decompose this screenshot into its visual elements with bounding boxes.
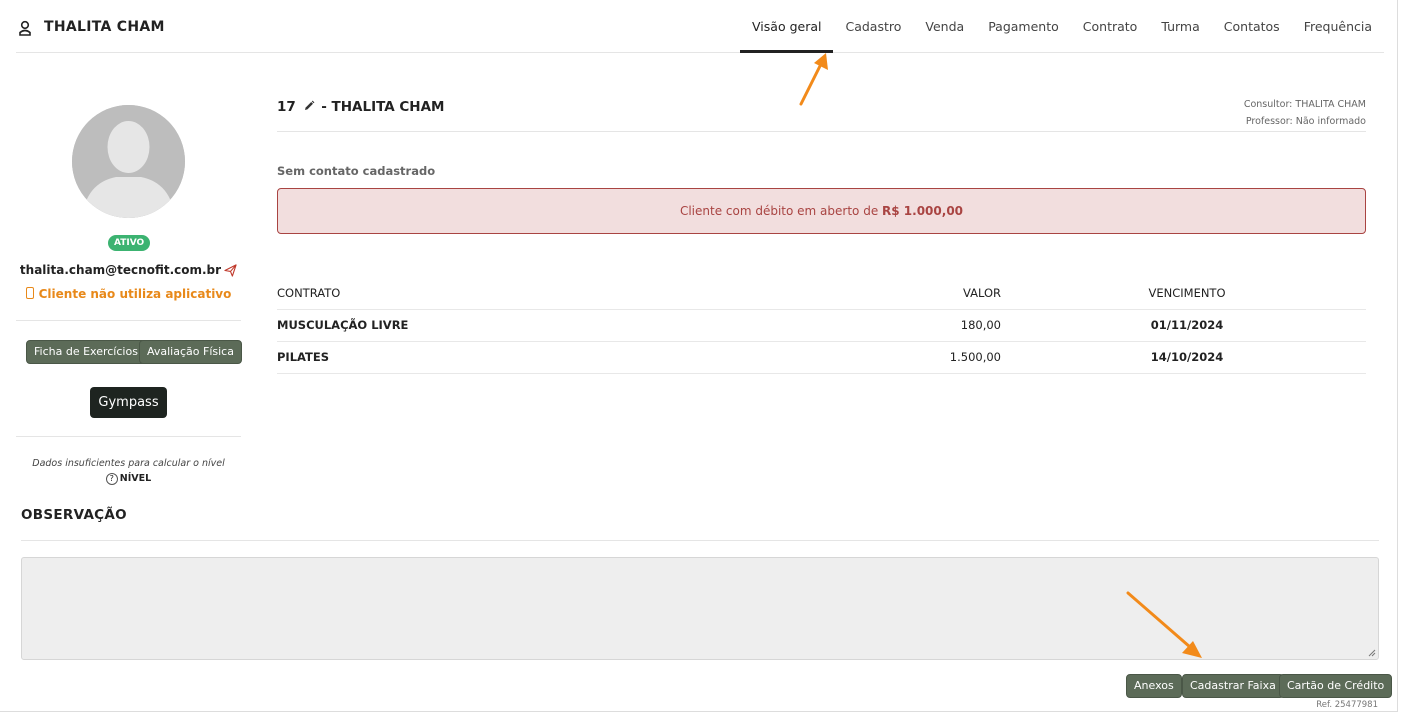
- email-text: thalita.cham@tecnofit.com.br: [19, 263, 222, 277]
- client-title: 17 - THALITA CHAM: [277, 99, 444, 115]
- divider: [21, 540, 1379, 541]
- physical-evaluation-button[interactable]: Avaliação Física: [139, 340, 242, 364]
- debt-alert: Cliente com débito em aberto de R$ 1.000…: [277, 188, 1366, 234]
- exercise-sheet-button[interactable]: Ficha de Exercícios: [26, 340, 146, 364]
- teacher-label: Professor: Não informado: [1245, 116, 1366, 127]
- consultant-label: Consultor: THALITA CHAM: [1243, 99, 1366, 110]
- contract-name: MUSCULAÇÃO LIVRE: [277, 318, 409, 332]
- tab-frequencia[interactable]: Frequência: [1292, 0, 1384, 53]
- resize-grip-icon[interactable]: [1368, 649, 1376, 657]
- client-id: 17: [277, 99, 296, 115]
- tab-pagamento[interactable]: Pagamento: [976, 0, 1071, 53]
- avatar: [72, 105, 185, 218]
- client-title-name: - THALITA CHAM: [321, 99, 445, 115]
- divider: [16, 320, 241, 321]
- contract-value: 180,00: [960, 318, 1001, 332]
- level-row: ? NÍVEL: [16, 473, 241, 485]
- user-icon: [19, 20, 31, 36]
- tab-contatos[interactable]: Contatos: [1212, 0, 1292, 53]
- column-header-value: VALOR: [962, 286, 1001, 300]
- client-name: THALITA CHAM: [44, 19, 165, 35]
- pencil-icon[interactable]: [303, 100, 315, 112]
- register-band-button[interactable]: Cadastrar Faixa: [1182, 674, 1284, 698]
- contract-due-date: 01/11/2024: [1150, 318, 1224, 332]
- send-email-icon[interactable]: [224, 264, 237, 277]
- attachments-button[interactable]: Anexos: [1126, 674, 1182, 698]
- tab-venda[interactable]: Venda: [913, 0, 976, 53]
- no-contact-label: Sem contato cadastrado: [277, 164, 436, 178]
- phone-icon: [25, 287, 34, 299]
- tab-turma[interactable]: Turma: [1149, 0, 1211, 53]
- table-row[interactable]: PILATES 1.500,00 14/10/2024: [277, 342, 1366, 374]
- app-status: Cliente não utiliza aplicativo: [16, 287, 241, 301]
- app-status-text: Cliente não utiliza aplicativo: [38, 287, 232, 301]
- contracts-table: CONTRATO VALOR VENCIMENTO MUSCULAÇÃO LIV…: [277, 278, 1366, 374]
- column-header-due-date: VENCIMENTO: [1148, 286, 1226, 300]
- gympass-button[interactable]: Gympass: [90, 387, 167, 418]
- observation-title: OBSERVAÇÃO: [21, 507, 127, 523]
- debt-amount: R$ 1.000,00: [882, 204, 964, 218]
- tab-visao-geral[interactable]: Visão geral: [740, 0, 834, 53]
- divider: [277, 131, 1366, 132]
- column-header-contract: CONTRATO: [277, 286, 341, 300]
- level-label: NÍVEL: [119, 473, 152, 484]
- table-header: CONTRATO VALOR VENCIMENTO: [277, 278, 1366, 310]
- level-note: Dados insuficientes para calcular o níve…: [32, 458, 225, 469]
- contract-due-date: 14/10/2024: [1150, 350, 1224, 364]
- avatar-placeholder-icon: [72, 105, 185, 218]
- credit-card-button[interactable]: Cartão de Crédito: [1279, 674, 1393, 698]
- divider: [16, 436, 241, 437]
- page-frame: THALITA CHAM Visão geral Cadastro Venda …: [0, 0, 1398, 712]
- reference-number: Ref. 25477981: [1316, 700, 1378, 710]
- client-header: THALITA CHAM Visão geral Cadastro Venda …: [16, 0, 1384, 53]
- staff-info: Consultor: THALITA CHAM Professor: Não i…: [1244, 96, 1366, 130]
- tab-contrato[interactable]: Contrato: [1071, 0, 1150, 53]
- status-badge: ATIVO: [108, 235, 151, 251]
- contract-value: 1.500,00: [949, 350, 1001, 364]
- debt-alert-text: Cliente com débito em aberto de: [679, 204, 879, 218]
- contract-name: PILATES: [277, 350, 330, 364]
- tab-bar: Visão geral Cadastro Venda Pagamento Con…: [740, 0, 1384, 53]
- help-icon[interactable]: ?: [105, 473, 118, 485]
- table-row[interactable]: MUSCULAÇÃO LIVRE 180,00 01/11/2024: [277, 310, 1366, 342]
- observation-textarea[interactable]: [21, 557, 1379, 660]
- email-row: thalita.cham@tecnofit.com.br: [16, 263, 241, 277]
- tab-cadastro[interactable]: Cadastro: [833, 0, 913, 53]
